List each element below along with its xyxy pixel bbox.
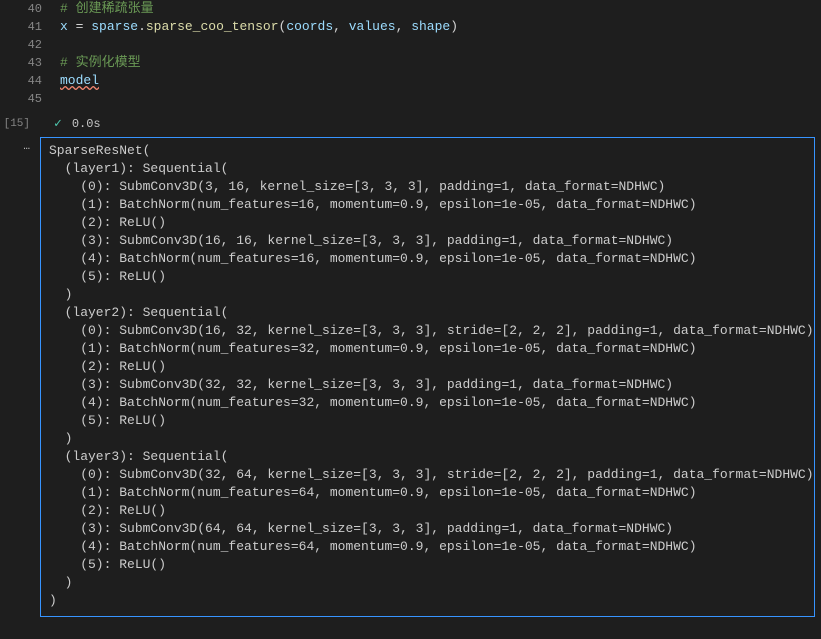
code-line[interactable]: 45 — [0, 90, 821, 108]
success-check-icon: ✓ — [54, 116, 62, 131]
cell-output[interactable]: SparseResNet( (layer1): Sequential( (0):… — [40, 137, 815, 617]
execution-status-row: [15] ✓ 0.0s — [0, 112, 821, 137]
code-line[interactable]: 43# 实例化模型 — [0, 54, 821, 72]
code-content[interactable]: model — [60, 72, 99, 90]
code-line[interactable]: 42 — [0, 36, 821, 54]
line-number: 41 — [0, 18, 60, 36]
line-number: 42 — [0, 36, 60, 54]
line-number: 45 — [0, 90, 60, 108]
line-number: 40 — [0, 0, 60, 18]
code-line[interactable]: 40# 创建稀疏张量 — [0, 0, 821, 18]
cell-execution-label: [15] — [0, 118, 40, 130]
line-number: 44 — [0, 72, 60, 90]
code-line[interactable]: 44model — [0, 72, 821, 90]
code-content[interactable]: # 实例化模型 — [60, 54, 141, 72]
line-number: 43 — [0, 54, 60, 72]
execution-timing: 0.0s — [72, 117, 101, 131]
code-line[interactable]: 41x = sparse.sparse_coo_tensor(coords, v… — [0, 18, 821, 36]
code-editor[interactable]: 40# 创建稀疏张量41x = sparse.sparse_coo_tensor… — [0, 0, 821, 112]
output-collapse-ellipsis[interactable]: … — [0, 137, 40, 617]
output-container: … SparseResNet( (layer1): Sequential( (0… — [0, 137, 821, 617]
code-content[interactable]: x = sparse.sparse_coo_tensor(coords, val… — [60, 18, 458, 36]
code-content[interactable]: # 创建稀疏张量 — [60, 0, 154, 18]
